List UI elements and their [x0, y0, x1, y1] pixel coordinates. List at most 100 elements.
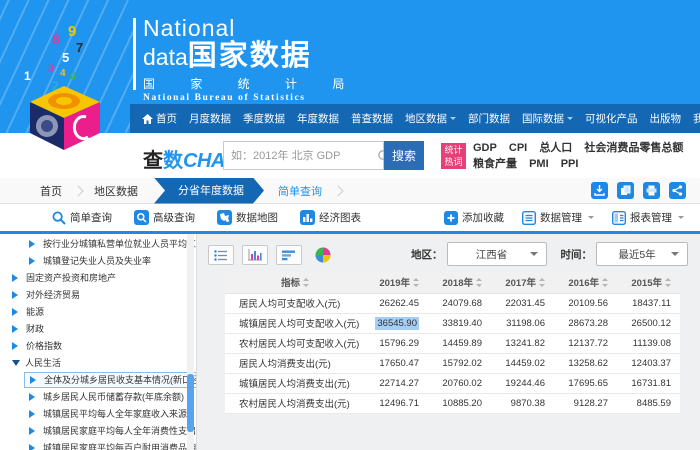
value-cell[interactable]: 12496.71	[365, 393, 428, 413]
value-cell[interactable]: 24079.68	[428, 293, 491, 313]
nav-item-international[interactable]: 国际数据	[518, 111, 577, 126]
data-manage-button[interactable]: 数据管理	[522, 210, 594, 225]
value-cell[interactable]: 12137.72	[554, 333, 617, 353]
value-cell[interactable]: 22714.27	[365, 373, 428, 393]
hot-word-pmi[interactable]: PMI	[529, 158, 549, 170]
download-button[interactable]	[591, 182, 608, 199]
sidebar-item-selected[interactable]: 全体及分城乡居民收支基本情况(新口径)	[0, 371, 196, 388]
hot-word-grain[interactable]: 粮食产量	[473, 158, 517, 170]
value-cell-highlighted[interactable]: 36545.90	[365, 313, 428, 333]
nav-item-regional[interactable]: 地区数据	[401, 111, 460, 126]
nav-item-home[interactable]: 首页	[138, 111, 181, 126]
sidebar-item[interactable]: 按行业分城镇私营单位就业人员平均工资	[0, 235, 196, 252]
simple-query-button[interactable]: 简单查询	[52, 210, 112, 225]
sidebar-item[interactable]: 固定资产投资和房地产	[0, 269, 196, 286]
value-cell[interactable]: 9870.38	[491, 393, 554, 413]
advanced-query-button[interactable]: 高级查询	[134, 210, 195, 225]
site-logo[interactable]: National data国家数据 国 家 统 计 局 National Bur…	[133, 16, 360, 103]
value-cell[interactable]: 22031.45	[491, 293, 554, 313]
hot-word-population[interactable]: 总人口	[539, 142, 572, 154]
hot-word-cpi[interactable]: CPI	[509, 142, 527, 154]
value-cell[interactable]: 10885.20	[428, 393, 491, 413]
value-cell[interactable]: 17695.65	[554, 373, 617, 393]
value-cell[interactable]: 31198.06	[491, 313, 554, 333]
value-cell[interactable]: 8485.59	[617, 393, 680, 413]
cell-value: 22031.45	[505, 298, 545, 309]
indicator-cell: 城镇居民人均可支配收入(元)	[225, 313, 365, 333]
value-cell[interactable]: 12403.37	[617, 353, 680, 373]
value-cell[interactable]: 13241.82	[491, 333, 554, 353]
add-favorite-button[interactable]: 添加收藏	[444, 210, 504, 225]
search-button[interactable]: 搜索	[384, 141, 424, 170]
sidebar-item-expanded[interactable]: 人民生活	[0, 354, 196, 371]
sidebar-item[interactable]: 城镇居民家庭平均每人全年消费性支出	[0, 422, 196, 439]
nav-item-quarterly[interactable]: 季度数据	[239, 111, 289, 126]
report-manage-button[interactable]: 报表管理	[612, 210, 684, 225]
column-header-2016[interactable]: 2016年	[554, 272, 617, 293]
nav-item-monthly[interactable]: 月度数据	[185, 111, 235, 126]
econ-charts-button[interactable]: 经济图表	[300, 210, 361, 225]
breadcrumb-home[interactable]: 首页	[30, 183, 72, 199]
list-view-button[interactable]	[208, 245, 234, 265]
hbar-chart-view-button[interactable]	[276, 245, 302, 265]
value-cell[interactable]: 17650.47	[365, 353, 428, 373]
nav-item-publications[interactable]: 出版物	[646, 111, 686, 126]
sidebar-item[interactable]: 能源	[0, 303, 196, 320]
search-input[interactable]	[224, 150, 377, 162]
value-cell[interactable]: 9128.27	[554, 393, 617, 413]
sidebar-item[interactable]: 城乡居民人民币储蓄存款(年底余额)	[0, 388, 196, 405]
value-cell[interactable]: 26262.45	[365, 293, 428, 313]
nav-label: 月度数据	[189, 111, 231, 126]
sidebar-item[interactable]: 财政	[0, 320, 196, 337]
sidebar-item[interactable]: 价格指数	[0, 337, 196, 354]
table-row: 农村居民人均消费支出(元) 12496.71 10885.20 9870.38 …	[225, 393, 680, 413]
breadcrumb-simple-query[interactable]: 简单查询	[264, 183, 332, 199]
value-cell[interactable]: 19244.46	[491, 373, 554, 393]
print-button[interactable]	[643, 182, 660, 199]
bar-chart-view-button[interactable]	[242, 245, 268, 265]
column-header-indicator[interactable]: 指标	[225, 272, 365, 293]
value-cell[interactable]: 15792.02	[428, 353, 491, 373]
hot-word-ppi[interactable]: PPI	[561, 158, 579, 170]
breadcrumb-active-tab[interactable]: 分省年度数据	[154, 178, 264, 204]
value-cell[interactable]: 28673.28	[554, 313, 617, 333]
value-cell[interactable]: 26500.12	[617, 313, 680, 333]
data-map-button[interactable]: 数据地图	[217, 210, 278, 225]
sidebar-item[interactable]: 对外经济贸易	[0, 286, 196, 303]
value-cell[interactable]: 11139.08	[617, 333, 680, 353]
pie-chart-view-button[interactable]	[310, 245, 336, 265]
value-cell[interactable]: 18437.11	[617, 293, 680, 313]
value-cell[interactable]: 14459.89	[428, 333, 491, 353]
hot-word-retail[interactable]: 社会消费品零售总额	[584, 142, 683, 154]
time-select[interactable]: 最近5年	[596, 242, 688, 266]
copy-button[interactable]	[617, 182, 634, 199]
nav-item-annual[interactable]: 年度数据	[293, 111, 343, 126]
region-select[interactable]: 江西省	[447, 242, 547, 266]
column-header-2018[interactable]: 2018年	[428, 272, 491, 293]
column-header-2015[interactable]: 2015年	[617, 272, 680, 293]
value-cell[interactable]: 14459.02	[491, 353, 554, 373]
sidebar-scrollbar-thumb[interactable]	[187, 374, 194, 432]
share-button[interactable]	[669, 182, 686, 199]
value-cell[interactable]: 20109.56	[554, 293, 617, 313]
nav-item-visualization[interactable]: 可视化产品	[581, 111, 642, 126]
value-cell[interactable]: 33819.40	[428, 313, 491, 333]
column-header-2019[interactable]: 2019年	[365, 272, 428, 293]
sidebar-item[interactable]: 城镇居民家庭平均每百户耐用消费品拥有	[0, 439, 196, 450]
hot-word-gdp[interactable]: GDP	[473, 142, 497, 154]
value-cell[interactable]: 20760.02	[428, 373, 491, 393]
sidebar-item[interactable]: 城镇居民平均每人全年家庭收入来源	[0, 405, 196, 422]
table-header-row: 指标 2019年 2018年 2017年 2016年 2015年	[225, 272, 680, 293]
cell-value: 26262.45	[379, 298, 419, 309]
nav-item-census[interactable]: 普查数据	[347, 111, 397, 126]
breadcrumb-regional-data[interactable]: 地区数据	[84, 183, 148, 199]
nav-item-department[interactable]: 部门数据	[464, 111, 514, 126]
nav-item-favorites[interactable]: 我的收藏	[689, 111, 700, 126]
sidebar-item[interactable]: 城镇登记失业人员及失业率	[0, 252, 196, 269]
column-header-2017[interactable]: 2017年	[491, 272, 554, 293]
value-cell[interactable]: 16731.81	[617, 373, 680, 393]
simple-query-label: 简单查询	[70, 210, 112, 225]
view-switcher	[208, 245, 336, 265]
value-cell[interactable]: 15796.29	[365, 333, 428, 353]
value-cell[interactable]: 13258.62	[554, 353, 617, 373]
